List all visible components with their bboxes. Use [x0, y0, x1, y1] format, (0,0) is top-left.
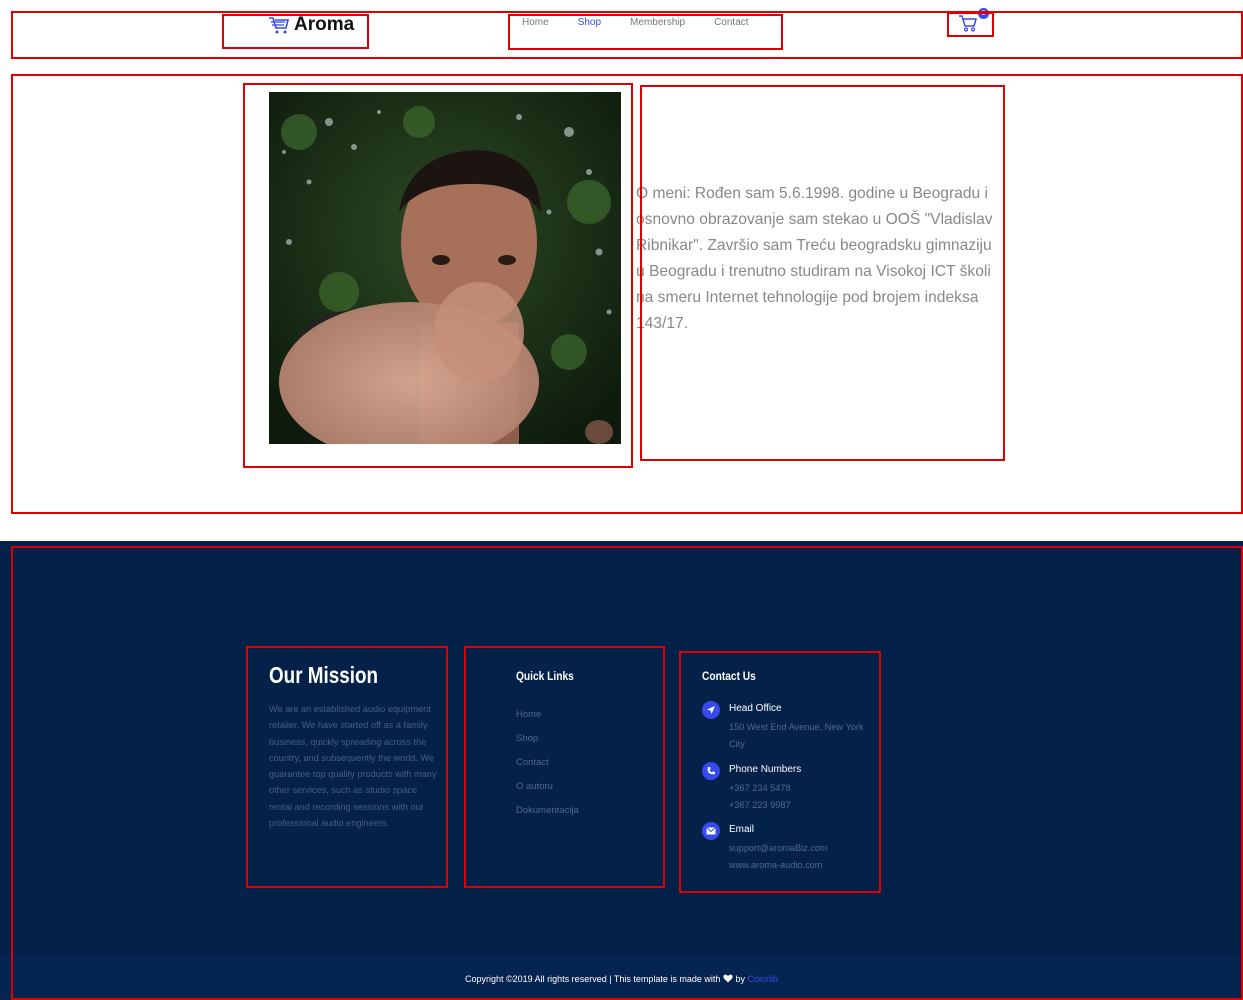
annotation-box-text [640, 85, 1005, 461]
annotation-box-cart [947, 12, 994, 37]
annotation-box-quick-links [464, 646, 665, 888]
page: Aroma Home Shop Membership Contact 0 O m… [0, 0, 1243, 1000]
annotation-box-contact [679, 651, 881, 893]
annotation-box-nav [508, 14, 783, 50]
annotation-box-logo [222, 14, 369, 49]
annotation-box-mission [246, 646, 448, 888]
annotation-box-photo [243, 83, 633, 468]
